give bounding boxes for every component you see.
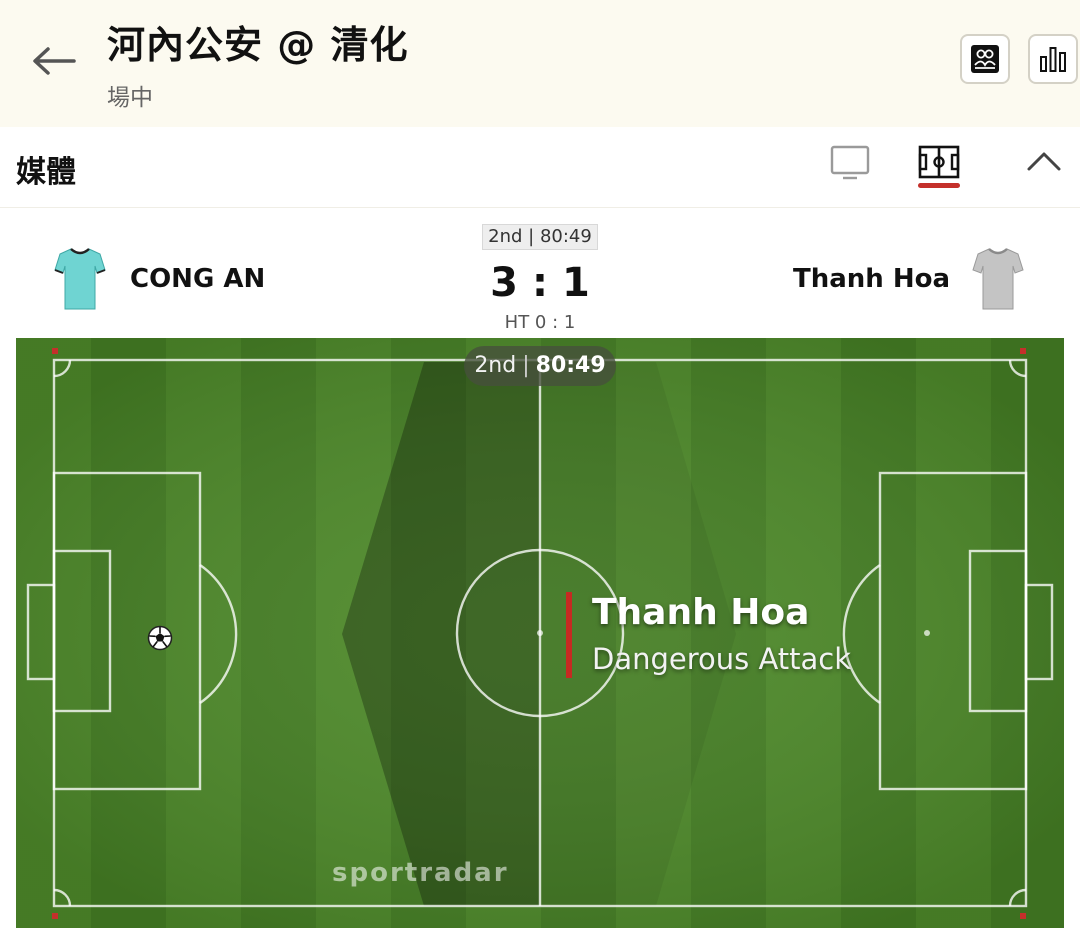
event-team: Thanh Hoa — [592, 592, 810, 633]
back-arrow-icon[interactable] — [30, 44, 78, 78]
event-description: Dangerous Attack — [592, 642, 852, 676]
scoreboard: CONG AN 2nd | 80:49 3:1 HT 0 : 1 Thanh H… — [0, 208, 1080, 338]
halftime-score: HT 0 : 1 — [504, 312, 576, 333]
lineups-button[interactable] — [960, 34, 1010, 84]
score-separator: : — [532, 260, 548, 306]
bar-chart-icon — [1040, 47, 1066, 72]
tracker-period: 2nd — [474, 353, 517, 378]
lineups-icon — [971, 45, 999, 73]
away-score: 1 — [562, 260, 590, 306]
active-tab-indicator — [918, 183, 960, 188]
period-clock-badge: 2nd | 80:49 — [482, 224, 598, 250]
match-status: 場中 — [107, 85, 153, 111]
home-shirt-icon — [54, 248, 106, 310]
tv-icon[interactable] — [830, 145, 870, 181]
page-title: 河內公安 @ 清化 — [107, 23, 409, 67]
media-title: 媒體 — [16, 155, 76, 190]
home-score: 3 — [490, 260, 518, 306]
stats-button[interactable] — [1028, 34, 1078, 84]
tracker-clock: 80:49 — [535, 353, 606, 378]
home-team-name: CONG AN — [130, 264, 266, 294]
sportradar-logo: sportradar — [332, 858, 509, 888]
chevron-up-icon[interactable] — [1026, 149, 1062, 173]
pitch-markings — [16, 338, 1064, 928]
away-shirt-icon — [972, 248, 1024, 310]
match-header: 河內公安 @ 清化 場中 — [0, 0, 1080, 127]
pitch-tracker-icon[interactable] — [918, 145, 960, 179]
away-team-name: Thanh Hoa — [792, 264, 950, 294]
ball-icon — [147, 625, 173, 651]
media-bar: 媒體 — [0, 127, 1080, 208]
event-indicator-bar — [566, 592, 572, 678]
pitch-tracker[interactable]: 2nd | 80:49 Thanh Hoa Dangerous Attack spo… — [16, 338, 1064, 928]
clock-divider: | — [522, 353, 530, 378]
match-clock-pill: 2nd | 80:49 — [464, 346, 616, 386]
score: 3:1 — [440, 260, 640, 306]
